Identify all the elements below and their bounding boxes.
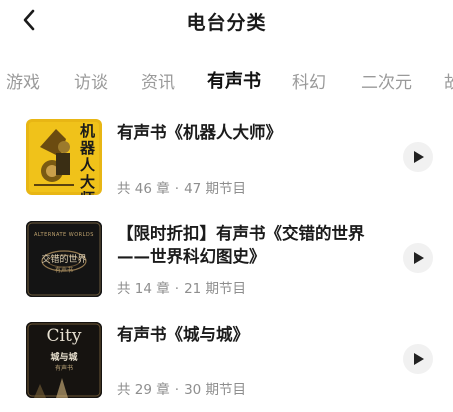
- list-item[interactable]: ALTERNATE WORLDS 交错的世界 有声书 【限时折扣】有声书《交错的…: [0, 221, 453, 311]
- tab-news[interactable]: 资讯: [141, 68, 175, 93]
- item-meta: 共 29 章 · 30 期节目: [117, 378, 246, 398]
- cover-image: 机器人大师: [26, 119, 102, 195]
- item-title: 【限时折扣】有声书《交错的世界 ——世界科幻图史》: [117, 222, 365, 268]
- category-tabs: 游戏 访谈 资讯 有声书 科幻 二次元 故: [0, 64, 453, 98]
- play-button[interactable]: [403, 142, 433, 172]
- meta-separator: ·: [174, 281, 180, 297]
- play-button[interactable]: [403, 344, 433, 374]
- item-title-line: 【限时折扣】有声书《交错的世界: [117, 224, 365, 243]
- cover-sub-text: 有声书: [54, 365, 73, 372]
- meta-separator: ·: [174, 382, 180, 398]
- cover-title-text: 机器人大师: [80, 122, 96, 196]
- play-button[interactable]: [403, 243, 433, 273]
- program-count: 47 期节目: [184, 181, 247, 197]
- tab-scifi[interactable]: 科幻: [292, 68, 326, 93]
- tab-interviews[interactable]: 访谈: [74, 68, 108, 93]
- tab-audiobooks[interactable]: 有声书: [207, 67, 261, 93]
- program-count: 30 期节目: [184, 382, 247, 398]
- list-item[interactable]: 机器人大师 有声书《机器人大师》 共 46 章·47 期节目: [0, 119, 453, 209]
- play-icon: [414, 151, 424, 163]
- item-meta: 共 46 章 · 47 期节目: [117, 177, 246, 197]
- page-title: 电台分类: [186, 12, 267, 34]
- cover-image: City 城与城 有声书: [26, 322, 102, 398]
- item-title: 有声书《机器人大师》: [117, 121, 282, 144]
- tab-games[interactable]: 游戏: [6, 68, 40, 93]
- item-title: 有声书《城与城》: [117, 323, 249, 346]
- cover-big-text: City: [46, 326, 82, 346]
- chapter-count: 共 14 章: [117, 281, 170, 297]
- cover-image: ALTERNATE WORLDS 交错的世界 有声书: [26, 221, 102, 297]
- item-meta: 共 14 章 · 21 期节目: [117, 277, 246, 297]
- list-item[interactable]: City 城与城 有声书 有声书《城与城》 共 29 章 · 30 期节目: [0, 322, 453, 412]
- cover-sub-text: 有声书: [54, 267, 73, 274]
- play-icon: [414, 353, 424, 365]
- item-title-line: 有声书《城与城》: [117, 325, 249, 344]
- chapter-count: 共 46 章: [117, 181, 170, 197]
- tab-partial[interactable]: 故: [444, 68, 453, 93]
- meta-separator: ·: [174, 181, 180, 197]
- item-title-line: ——世界科幻图史》: [117, 247, 266, 266]
- header: 电台分类: [0, 0, 453, 40]
- chapter-count: 共 29 章: [117, 382, 170, 398]
- play-icon: [414, 252, 424, 264]
- item-title-line: 有声书《机器人大师》: [117, 123, 282, 142]
- cover-title-text: 城与城: [50, 353, 78, 363]
- tab-acg[interactable]: 二次元: [361, 68, 412, 93]
- cover-small-text: ALTERNATE WORLDS: [34, 232, 94, 238]
- program-count: 21 期节目: [184, 281, 247, 297]
- cover-title-text: 交错的世界: [41, 255, 87, 265]
